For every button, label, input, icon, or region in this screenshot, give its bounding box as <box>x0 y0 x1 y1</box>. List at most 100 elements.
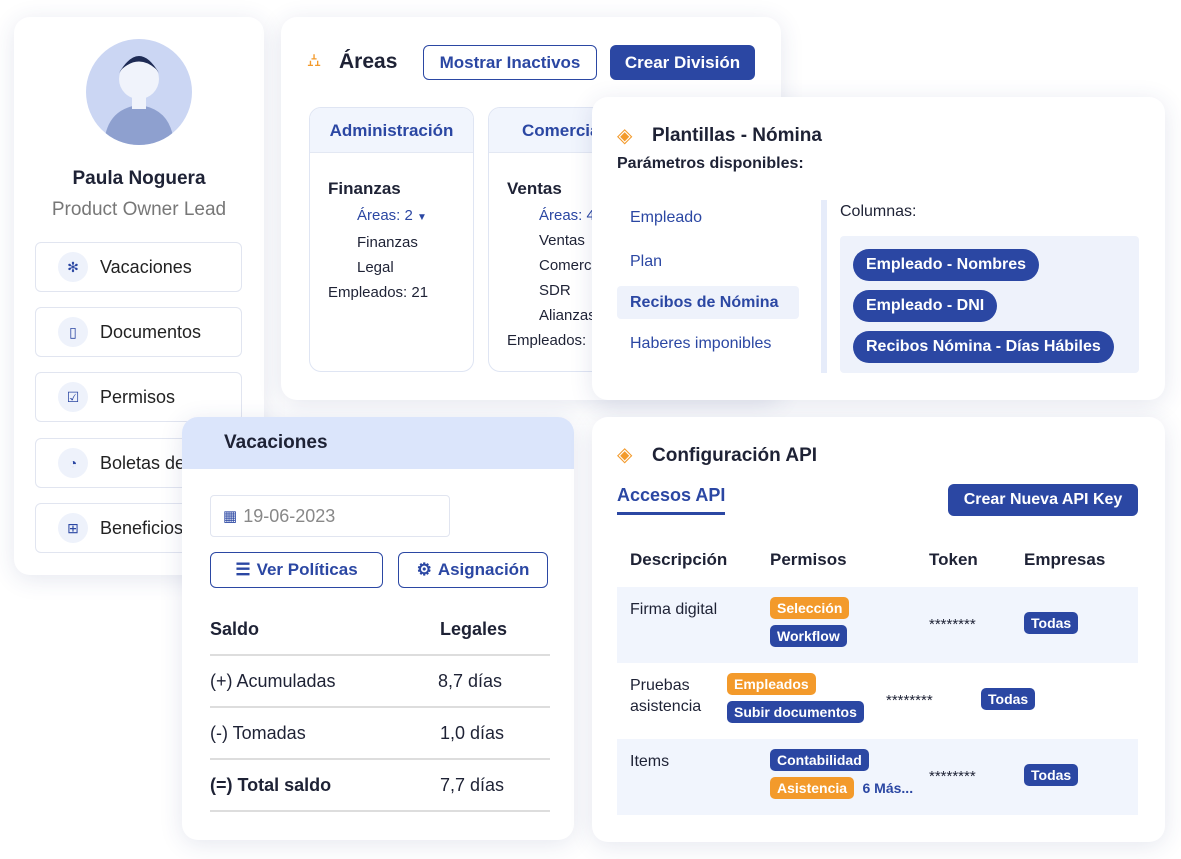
table-row: (+) Acumuladas 8,7 días <box>210 656 550 708</box>
gift-icon: ⊞ <box>58 513 88 543</box>
permission-tag: Selección <box>770 597 850 619</box>
area-item: Legal <box>357 259 394 276</box>
api-title: Configuración API <box>652 445 818 466</box>
col-header: Empresas <box>1024 549 1106 569</box>
laptop-check-icon: ☑ <box>58 382 88 412</box>
token-value: ******** <box>886 692 933 709</box>
table-row-total: (=) Total saldo 7,7 días <box>210 760 550 812</box>
col-header: Saldo <box>210 618 260 639</box>
permission-tag: Empleados <box>727 673 816 695</box>
menu-item-permisos[interactable]: ☑ Permisos <box>35 372 242 422</box>
vacaciones-card: Vacaciones ▦ 19-06-2023 ☰ Ver Políticas ⚙ A… <box>182 417 574 840</box>
document-icon: ▯ <box>58 317 88 347</box>
menu-label: Boletas de <box>100 452 186 473</box>
plantillas-title: Plantillas - Nómina <box>652 125 822 146</box>
division-name: Administración <box>310 108 473 153</box>
col-header: Descripción <box>630 549 728 569</box>
param-item[interactable]: Haberes imponibles <box>617 319 821 362</box>
param-item[interactable]: Plan <box>617 243 821 286</box>
division-card: Administración Finanzas Áreas: 2 ▼ Finan… <box>309 107 474 372</box>
list-search-icon: ☰ <box>235 560 251 579</box>
ver-politicas-button[interactable]: ☰ Ver Políticas <box>210 552 383 588</box>
avatar <box>86 39 192 145</box>
saldo-table: Saldo Legales (+) Acumuladas 8,7 días (-) … <box>210 604 550 812</box>
create-division-button[interactable]: Crear División <box>610 45 755 80</box>
menu-label: Documentos <box>100 321 202 342</box>
areas-title: Áreas <box>339 50 398 73</box>
employees-count: Empleados: 21 <box>328 284 429 301</box>
row-value: 8,7 días <box>438 670 503 691</box>
col-header: Permisos <box>770 549 847 569</box>
param-item[interactable]: Empleado <box>617 200 821 243</box>
param-item-selected[interactable]: Recibos de Nómina <box>617 286 799 319</box>
piggy-bank-icon: ◔ <box>58 448 88 478</box>
tab-accesos-api[interactable]: Accesos API <box>617 485 726 515</box>
table-row: Items Contabilidad Asistencia 6 Más... **… <box>617 739 1138 815</box>
api-card: ◈ Configuración API Accesos API Crear Nu… <box>592 417 1165 842</box>
more-link[interactable]: 6 Más... <box>863 780 914 796</box>
areas-dropdown[interactable]: Áreas: 2 ▼ <box>357 207 473 224</box>
show-inactive-button[interactable]: Mostrar Inactivos <box>423 45 597 80</box>
palm-tree-icon: ✻ <box>58 252 88 282</box>
row-value: 7,7 días <box>440 774 505 795</box>
asignacion-button[interactable]: ⚙ Asignación <box>398 552 548 588</box>
column-pill[interactable]: Empleado - DNI <box>853 290 998 322</box>
table-header: Descripción Permisos Token Empresas <box>617 532 1138 587</box>
caret-down-icon: ▼ <box>417 212 427 223</box>
org-chart-icon: ⛼ <box>307 50 322 70</box>
layers-icon: ◈ <box>617 444 633 466</box>
button-label: Asignación <box>437 560 530 579</box>
create-api-key-button[interactable]: Crear Nueva API Key <box>948 484 1138 516</box>
row-description: Pruebas asistencia <box>630 677 702 715</box>
menu-label: Permisos <box>100 386 176 407</box>
col-header: Token <box>929 549 978 569</box>
vacaciones-header: Vacaciones <box>182 417 574 469</box>
permission-tag: Contabilidad <box>770 749 869 771</box>
calendar-icon: ▦ <box>223 508 238 525</box>
menu-item-vacaciones[interactable]: ✻ Vacaciones <box>35 242 242 292</box>
table-row: Firma digital Selección Workflow ********… <box>617 587 1138 663</box>
plantillas-subtitle: Parámetros disponibles: <box>617 155 804 172</box>
empresas-tag: Todas <box>981 688 1036 710</box>
gear-icon: ⚙ <box>416 560 432 579</box>
permissions-cell: Contabilidad Asistencia 6 Más... <box>770 739 929 815</box>
area-item: Finanzas <box>357 234 418 251</box>
column-pill[interactable]: Recibos Nómina - Días Hábiles <box>853 331 1114 363</box>
row-description: Items <box>630 753 670 770</box>
profile-role: Product Owner Lead <box>51 199 227 220</box>
table-row: Pruebas asistencia Empleados Subir docume… <box>617 663 1138 739</box>
date-value: 19-06-2023 <box>243 505 336 526</box>
columns-box: Empleado - Nombres Empleado - DNI Recibo… <box>840 236 1139 373</box>
plantillas-card: ◈ Plantillas - Nómina Parámetros disponi… <box>592 97 1165 400</box>
menu-label: Beneficios <box>100 517 184 538</box>
areas-count: Áreas: 2 <box>357 207 413 224</box>
row-description: Firma digital <box>630 601 718 618</box>
row-label: (=) Total saldo <box>210 774 332 795</box>
row-label: (+) Acumuladas <box>210 670 336 691</box>
vacaciones-title: Vacaciones <box>224 432 328 453</box>
profile-name: Paula Noguera <box>72 168 206 189</box>
row-value: 1,0 días <box>440 722 505 743</box>
row-label: (-) Tomadas <box>210 722 306 743</box>
empresas-tag: Todas <box>1024 612 1079 634</box>
layers-icon: ◈ <box>617 125 633 147</box>
menu-item-documentos[interactable]: ▯ Documentos <box>35 307 242 357</box>
api-table: Descripción Permisos Token Empresas Firm… <box>617 532 1138 815</box>
permissions-cell: Empleados Subir documentos <box>727 663 886 739</box>
col-header: Legales <box>440 618 508 639</box>
token-value: ******** <box>929 768 976 785</box>
date-input[interactable]: ▦ 19-06-2023 <box>210 495 450 537</box>
permission-tag: Workflow <box>770 625 847 647</box>
params-list: Empleado Plan Recibos de Nómina Haberes … <box>617 200 827 373</box>
token-value: ******** <box>929 616 976 633</box>
column-pill[interactable]: Empleado - Nombres <box>853 249 1040 281</box>
table-header: Saldo Legales <box>210 604 550 656</box>
menu-label: Vacaciones <box>100 256 192 277</box>
permission-tag: Asistencia <box>770 777 855 799</box>
group-name: Finanzas <box>328 179 401 198</box>
table-row: (-) Tomadas 1,0 días <box>210 708 550 760</box>
permission-tag: Subir documentos <box>727 701 864 723</box>
permissions-cell: Selección Workflow <box>770 587 929 663</box>
button-label: Ver Políticas <box>256 560 358 579</box>
columns-label: Columnas: <box>840 203 917 220</box>
